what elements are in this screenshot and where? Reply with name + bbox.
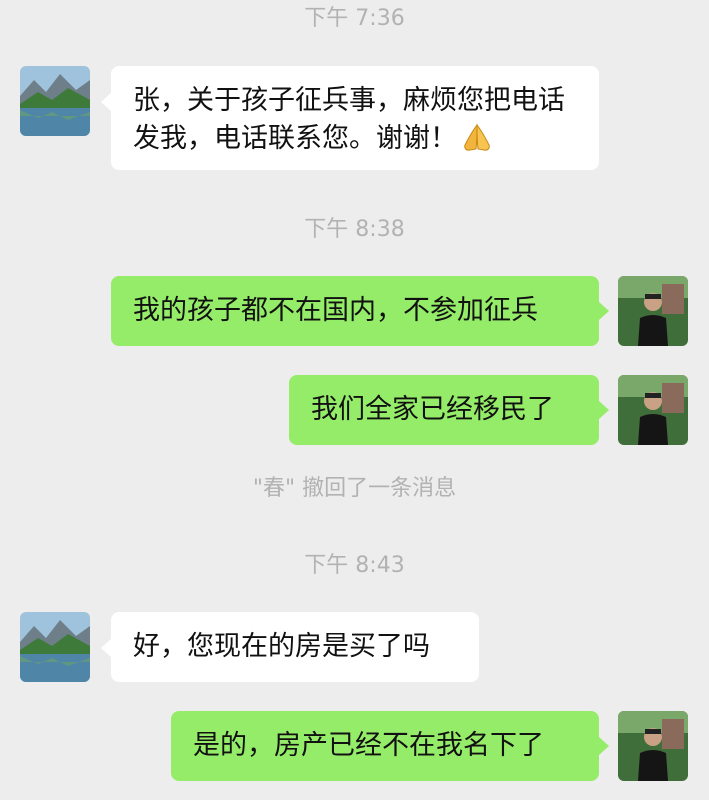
bubble-tail — [599, 737, 609, 755]
message-text: 我们全家已经移民了 — [311, 394, 554, 425]
timestamp: 下午 8:43 — [304, 553, 405, 578]
bubble-tail — [599, 401, 609, 419]
timestamp: 下午 7:36 — [304, 6, 405, 31]
timestamp: 下午 8:38 — [304, 217, 405, 242]
message-bubble-incoming[interactable]: 张，关于孩子征兵事，麻烦您把电话发我，电话联系您。谢谢！ — [111, 66, 599, 170]
message-bubble-outgoing[interactable]: 是的，房产已经不在我名下了 — [171, 711, 599, 781]
bubble-tail — [101, 93, 111, 111]
message-text: 张，关于孩子征兵事，麻烦您把电话发我，电话联系您。谢谢！ — [133, 85, 565, 154]
self-avatar-icon[interactable] — [618, 375, 688, 445]
contact-avatar-icon[interactable] — [20, 612, 90, 682]
message-text: 是的，房产已经不在我名下了 — [193, 730, 544, 761]
message-bubble-outgoing[interactable]: 我的孩子都不在国内，不参加征兵 — [111, 276, 599, 346]
message-bubble-outgoing[interactable]: 我们全家已经移民了 — [289, 375, 599, 445]
folded-hands-icon — [461, 123, 493, 164]
recall-notice: "春" 撤回了一条消息 — [252, 476, 457, 501]
bubble-tail — [101, 639, 111, 657]
self-avatar-icon[interactable] — [618, 276, 688, 346]
message-bubble-incoming[interactable]: 好，您现在的房是买了吗 — [111, 612, 479, 682]
message-text: 我的孩子都不在国内，不参加征兵 — [133, 295, 538, 326]
bubble-tail — [599, 302, 609, 320]
self-avatar-icon[interactable] — [618, 711, 688, 781]
contact-avatar-icon[interactable] — [20, 66, 90, 136]
message-text: 好，您现在的房是买了吗 — [133, 631, 430, 662]
